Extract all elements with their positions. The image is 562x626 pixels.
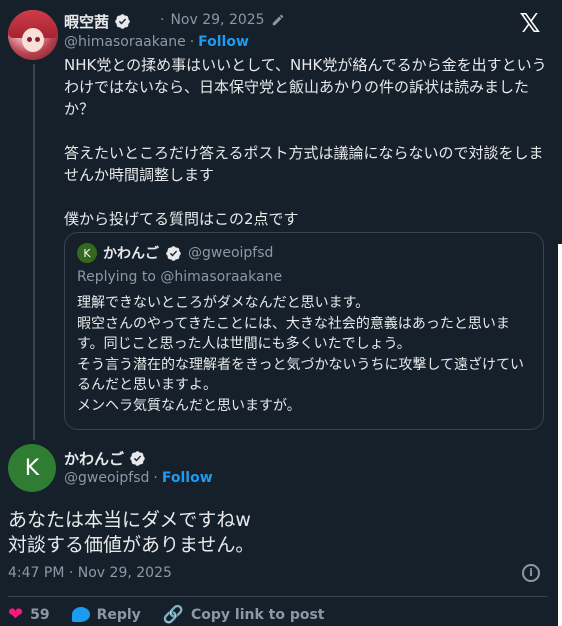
reply-bubble-icon (71, 607, 90, 622)
edit-pencil-icon[interactable] (271, 13, 285, 27)
post-meta: · Nov 29, 2025 (160, 12, 285, 28)
tweet-paragraph: 僕から投げてる質問はこの2点です (64, 210, 299, 228)
author-handle-row: @gweoipfsd · Follow (64, 470, 213, 486)
avatar: K (77, 243, 97, 263)
tweet-line: あなたは本当にダメですねw (8, 509, 251, 531)
follow-button[interactable]: Follow (162, 470, 213, 486)
verified-badge-icon (166, 245, 181, 261)
quoted-line: そう言う潜在的な理解者をきっと気づかないうちに攻撃して遠ざけているんだと思います… (77, 356, 525, 394)
x-logo-icon[interactable]: 𝕏 (518, 11, 542, 37)
info-icon[interactable]: i (522, 564, 540, 582)
separator-dot: · (153, 470, 158, 486)
copy-link-button[interactable]: 🔗 Copy link to post (163, 605, 325, 625)
author-name: かわんご (103, 246, 159, 262)
quoted-tweet[interactable]: K かわんご @gweoipfsd Replying to @himasoraa… (64, 232, 544, 430)
action-bar: ❤ 59 Reply 🔗 Copy link to post (8, 604, 347, 625)
verified-badge-icon (115, 13, 130, 29)
link-icon: 🔗 (162, 604, 184, 625)
copy-link-label: Copy link to post (190, 606, 325, 623)
author-handle[interactable]: @gweoipfsd (64, 470, 149, 486)
author-name-row: 暇空茜 (64, 10, 131, 32)
separator-dot: · (160, 12, 165, 28)
verified-badge-icon (130, 451, 145, 466)
follow-button[interactable]: Follow (198, 34, 249, 50)
quoted-tweet-header: K かわんご @gweoipfsd (77, 243, 273, 263)
heart-icon: ❤ (8, 604, 24, 625)
author-handle-row: @himasoraakane · Follow (64, 34, 249, 50)
post-date[interactable]: Nov 29, 2025 (170, 12, 264, 28)
like-count: 59 (30, 606, 50, 623)
avatar[interactable] (8, 10, 58, 60)
tweet-paragraph: NHK党との揉め事はいいとして、NHK党が絡んでるから金を出すというわけではない… (64, 56, 547, 118)
author-handle[interactable]: @himasoraakane (64, 34, 186, 50)
reply-label: Reply (96, 606, 141, 623)
avatar-face (22, 28, 44, 52)
post-timestamp[interactable]: 4:47 PM · Nov 29, 2025 (8, 565, 172, 581)
avatar-eye (27, 37, 32, 42)
author-name[interactable]: かわんご (64, 448, 124, 469)
tweet-text: NHK党との揉め事はいいとして、NHK党が絡んでるから金を出すというわけではない… (64, 54, 548, 230)
author-handle: @gweoipfsd (188, 245, 274, 261)
author-name[interactable]: 暇空茜 (64, 11, 109, 32)
replying-to-label: Replying to @himasoraakane (77, 269, 283, 285)
reply-button[interactable]: Reply (71, 606, 141, 623)
quoted-line: 理解できないところがダメなんだと思います。 (77, 295, 370, 311)
author-name-row: かわんご (64, 448, 146, 469)
tweet-paragraph: 答えたいところだけ答えるポスト方式は議論にならないので対談をしませんか時間調整し… (64, 144, 544, 184)
tweet-line: 対談する価値がありません。 (8, 534, 255, 556)
tweet-embed-card: 暇空茜 · Nov 29, 2025 @himasoraakane · Foll… (0, 0, 558, 626)
avatar-eye (35, 37, 40, 42)
background-edge (558, 244, 562, 626)
quoted-tweet-text: 理解できないところがダメなんだと思います。 暇空さんのやってきたことには、大きな… (77, 293, 535, 417)
background-edge (558, 0, 562, 244)
avatar[interactable]: K (8, 444, 56, 492)
quoted-line: メンヘラ気質なんだと思いますが。 (77, 397, 301, 414)
thread-connector-line (33, 64, 35, 440)
separator-dot: · (189, 34, 195, 50)
like-button[interactable]: ❤ 59 (8, 604, 50, 625)
tweet-text: あなたは本当にダメですねw 対談する価値がありません。 (8, 508, 548, 558)
divider (8, 596, 548, 597)
quoted-line: 暇空さんのやってきたことには、大きな社会的意義はあったと思います。同じこと思った… (77, 315, 510, 353)
